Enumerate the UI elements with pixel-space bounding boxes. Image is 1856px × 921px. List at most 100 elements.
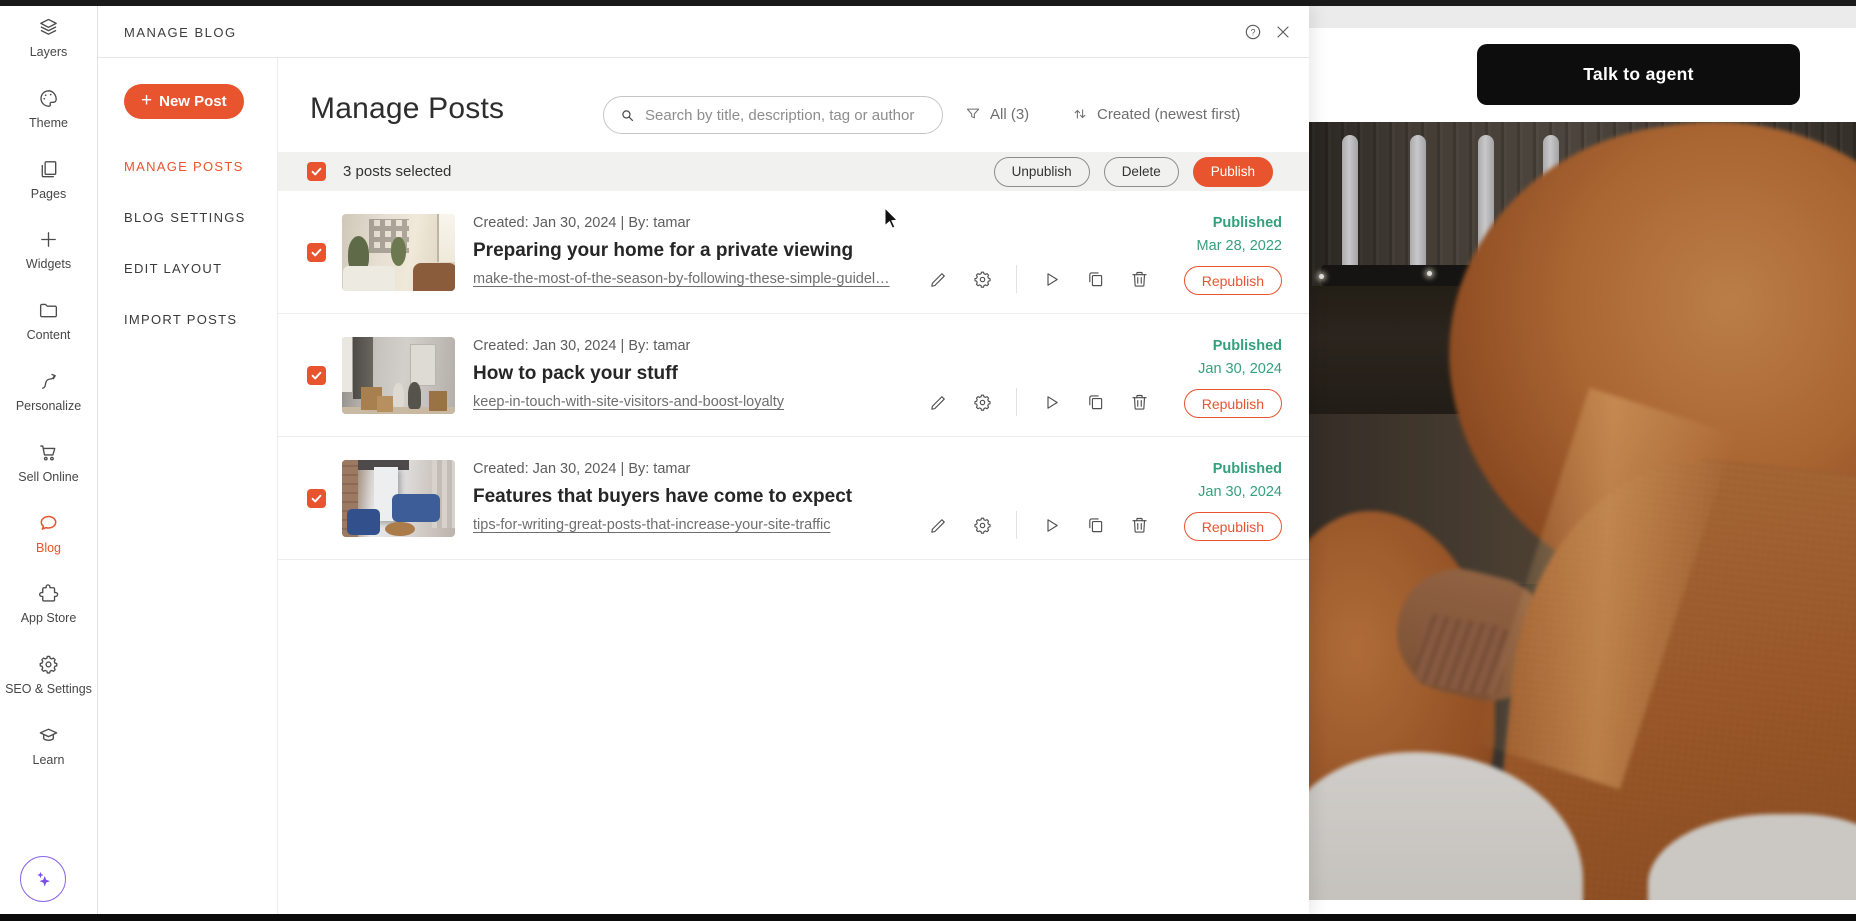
sidebar-item-label: Pages xyxy=(30,186,67,201)
sidebar-item-theme[interactable]: Theme xyxy=(0,87,97,158)
play-icon xyxy=(1047,395,1058,409)
sidebar-item-widgets[interactable]: Widgets xyxy=(0,228,97,299)
new-post-button[interactable]: + New Post xyxy=(124,84,244,119)
pencil-icon xyxy=(931,395,945,410)
post-meta: Created: Jan 30, 2024 | By: tamar How to… xyxy=(473,338,784,411)
edit-button[interactable] xyxy=(928,515,949,536)
gear-icon xyxy=(974,394,991,411)
gear-icon xyxy=(974,517,991,534)
sidebar-item-label: Layers xyxy=(29,45,68,59)
publish-button[interactable]: Publish xyxy=(1192,156,1273,187)
menu-item-manage-posts[interactable]: MANAGE POSTS xyxy=(98,141,277,192)
edit-button[interactable] xyxy=(928,392,949,413)
delete-post-button[interactable] xyxy=(1129,515,1150,536)
sidebar-items: Layers Theme Pages Widgets Content Perso… xyxy=(0,6,97,795)
post-row: Created: Jan 30, 2024 | By: tamar Prepar… xyxy=(278,191,1309,314)
post-row: Created: Jan 30, 2024 | By: tamar Featur… xyxy=(278,437,1309,560)
sort-label: Created (newest first) xyxy=(1097,105,1241,123)
sidebar-item-pages[interactable]: Pages xyxy=(0,158,97,229)
trash-icon xyxy=(1132,394,1147,410)
post-meta: Created: Jan 30, 2024 | By: tamar Featur… xyxy=(473,461,852,534)
sparkle-icon xyxy=(37,871,50,887)
sidebar-item-personalize[interactable]: Personalize xyxy=(0,370,97,441)
republish-button[interactable]: Republish xyxy=(1183,389,1282,418)
sort-control[interactable]: Created (newest first) xyxy=(1071,105,1240,123)
trash-icon xyxy=(1132,271,1147,287)
duplicate-button[interactable] xyxy=(1085,515,1106,536)
delete-post-button[interactable] xyxy=(1129,392,1150,413)
graduation-cap-icon xyxy=(39,728,58,741)
selection-bar: 3 posts selected Unpublish Delete Publis… xyxy=(278,152,1309,191)
preview-button[interactable] xyxy=(1041,392,1062,413)
menu-item-import-posts[interactable]: IMPORT POSTS xyxy=(98,294,277,345)
palette-icon xyxy=(40,89,57,107)
talk-to-agent-button[interactable]: Talk to agent xyxy=(1477,44,1800,105)
selection-actions: Unpublish Delete Publish xyxy=(993,156,1273,187)
site-preview-top-strip xyxy=(1309,6,1856,28)
republish-button[interactable]: Republish xyxy=(1183,512,1282,541)
preview-button[interactable] xyxy=(1041,515,1062,536)
post-checkbox[interactable] xyxy=(307,243,326,262)
sidebar-item-learn[interactable]: Learn xyxy=(0,724,97,795)
post-thumbnail[interactable] xyxy=(342,337,455,414)
top-chrome-bar xyxy=(0,0,1856,6)
duplicate-button[interactable] xyxy=(1085,392,1106,413)
post-thumbnail[interactable] xyxy=(342,214,455,291)
sidebar-item-seo-settings[interactable]: SEO & Settings xyxy=(0,653,97,724)
post-slug-link[interactable]: tips-for-writing-great-posts-that-increa… xyxy=(473,517,831,533)
filter-funnel-icon xyxy=(966,108,980,119)
post-thumbnail[interactable] xyxy=(342,460,455,537)
panel-menu-list: MANAGE POSTS BLOG SETTINGS EDIT LAYOUT I… xyxy=(98,141,277,345)
edit-button[interactable] xyxy=(928,269,949,290)
post-checkbox[interactable] xyxy=(307,366,326,385)
post-status: Published Mar 28, 2022 xyxy=(1197,215,1282,254)
search-icon xyxy=(622,109,634,121)
sidebar-item-label: Sell Online xyxy=(18,469,79,484)
manage-blog-panel: MANAGE BLOG ? + New Post MANAGE POSTS BL… xyxy=(98,6,1309,915)
delete-post-button[interactable] xyxy=(1129,269,1150,290)
cart-icon xyxy=(40,445,56,461)
svg-text:?: ? xyxy=(1251,27,1256,37)
sidebar-item-label: Theme xyxy=(29,115,68,130)
duplicate-button[interactable] xyxy=(1085,269,1106,290)
post-settings-button[interactable] xyxy=(972,515,993,536)
post-title: How to pack your stuff xyxy=(473,363,678,384)
pages-icon xyxy=(41,160,57,177)
sidebar-item-label: Personalize xyxy=(15,398,82,413)
sidebar-item-label: App Store xyxy=(20,611,77,626)
menu-item-blog-settings[interactable]: BLOG SETTINGS xyxy=(98,192,277,243)
republish-button[interactable]: Republish xyxy=(1183,266,1282,295)
check-icon xyxy=(311,167,322,176)
search-bar[interactable] xyxy=(603,96,943,134)
close-button[interactable] xyxy=(1273,22,1293,42)
status-date: Jan 30, 2024 xyxy=(1198,484,1282,500)
post-slug-link[interactable]: keep-in-touch-with-site-visitors-and-boo… xyxy=(473,394,784,410)
select-all-checkbox[interactable] xyxy=(307,162,326,181)
filter-control[interactable]: All (3) xyxy=(964,105,1029,123)
sidebar-item-layers[interactable]: Layers xyxy=(0,16,97,87)
post-checkbox[interactable] xyxy=(307,489,326,508)
help-button[interactable]: ? xyxy=(1243,22,1263,42)
sidebar-item-blog[interactable]: Blog xyxy=(0,512,97,583)
sidebar-item-content[interactable]: Content xyxy=(0,299,97,370)
post-settings-button[interactable] xyxy=(972,269,993,290)
close-icon xyxy=(1277,26,1289,38)
sidebar-item-app-store[interactable]: App Store xyxy=(0,582,97,653)
post-title: Preparing your home for a private viewin… xyxy=(473,240,854,261)
editor-screen: Layers Theme Pages Widgets Content Perso… xyxy=(0,0,1856,921)
search-input[interactable] xyxy=(645,106,927,124)
post-status: Published Jan 30, 2024 xyxy=(1198,338,1282,377)
menu-item-edit-layout[interactable]: EDIT LAYOUT xyxy=(98,243,277,294)
preview-button[interactable] xyxy=(1041,269,1062,290)
unpublish-button[interactable]: Unpublish xyxy=(993,156,1090,187)
post-created: Created: Jan 30, 2024 | By: tamar xyxy=(473,461,691,477)
post-list: Created: Jan 30, 2024 | By: tamar Prepar… xyxy=(278,191,1309,560)
post-slug-link[interactable]: make-the-most-of-the-season-by-following… xyxy=(473,271,890,287)
gear-icon xyxy=(974,271,991,288)
sidebar-item-sell-online[interactable]: Sell Online xyxy=(0,441,97,512)
ai-assistant-button[interactable] xyxy=(20,856,66,902)
post-status: Published Jan 30, 2024 xyxy=(1198,461,1282,500)
panel-menu: + New Post MANAGE POSTS BLOG SETTINGS ED… xyxy=(98,58,278,915)
post-settings-button[interactable] xyxy=(972,392,993,413)
delete-button[interactable]: Delete xyxy=(1103,156,1179,187)
